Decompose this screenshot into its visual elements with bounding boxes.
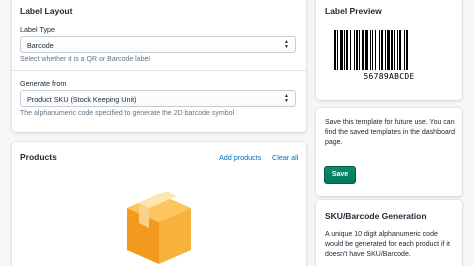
sku-generation-text: A unique 10 digit alphanumeric code woul… xyxy=(325,231,450,258)
products-card: Products Add products Clear all xyxy=(12,142,306,266)
label-type-value: Barcode xyxy=(27,41,54,50)
generate-from-select[interactable]: Product SKU (Stock Keeping Unit) ▲ ▼ xyxy=(20,90,296,107)
generate-from-label: Generate from xyxy=(20,79,67,88)
add-products-link[interactable]: Add products xyxy=(219,153,261,162)
save-template-card: Save this template for future use. You c… xyxy=(316,108,462,196)
save-template-text: Save this template for future use. You c… xyxy=(325,119,455,146)
sku-generation-card: SKU/Barcode Generation A unique 10 digit… xyxy=(316,200,462,266)
label-layout-card: Label Layout Label Type Barcode ▲ ▼ Selec… xyxy=(12,0,306,132)
sku-generation-title: SKU/Barcode Generation xyxy=(325,211,427,221)
select-arrows-icon: ▲ ▼ xyxy=(284,93,289,104)
label-preview-title: Label Preview xyxy=(325,6,382,16)
label-type-select[interactable]: Barcode ▲ ▼ xyxy=(20,36,296,53)
select-arrows-icon: ▲ ▼ xyxy=(284,39,289,50)
package-box-icon xyxy=(127,192,191,264)
generate-from-help: The alphanumeric code specified to gener… xyxy=(20,110,235,117)
label-preview-card: Label Preview 56789ABCDE xyxy=(316,0,462,100)
barcode-image xyxy=(334,30,408,70)
label-type-help: Select whether it is a QR or Barcode lab… xyxy=(20,56,150,63)
label-type-label: Label Type xyxy=(20,25,56,34)
clear-all-link[interactable]: Clear all xyxy=(272,153,298,162)
save-button[interactable]: Save xyxy=(324,166,356,184)
generate-from-value: Product SKU (Stock Keeping Unit) xyxy=(27,95,137,104)
section-divider xyxy=(12,70,306,71)
label-layout-title: Label Layout xyxy=(20,6,73,16)
products-title: Products xyxy=(20,152,57,162)
barcode-text: 56789ABCDE xyxy=(363,72,415,81)
